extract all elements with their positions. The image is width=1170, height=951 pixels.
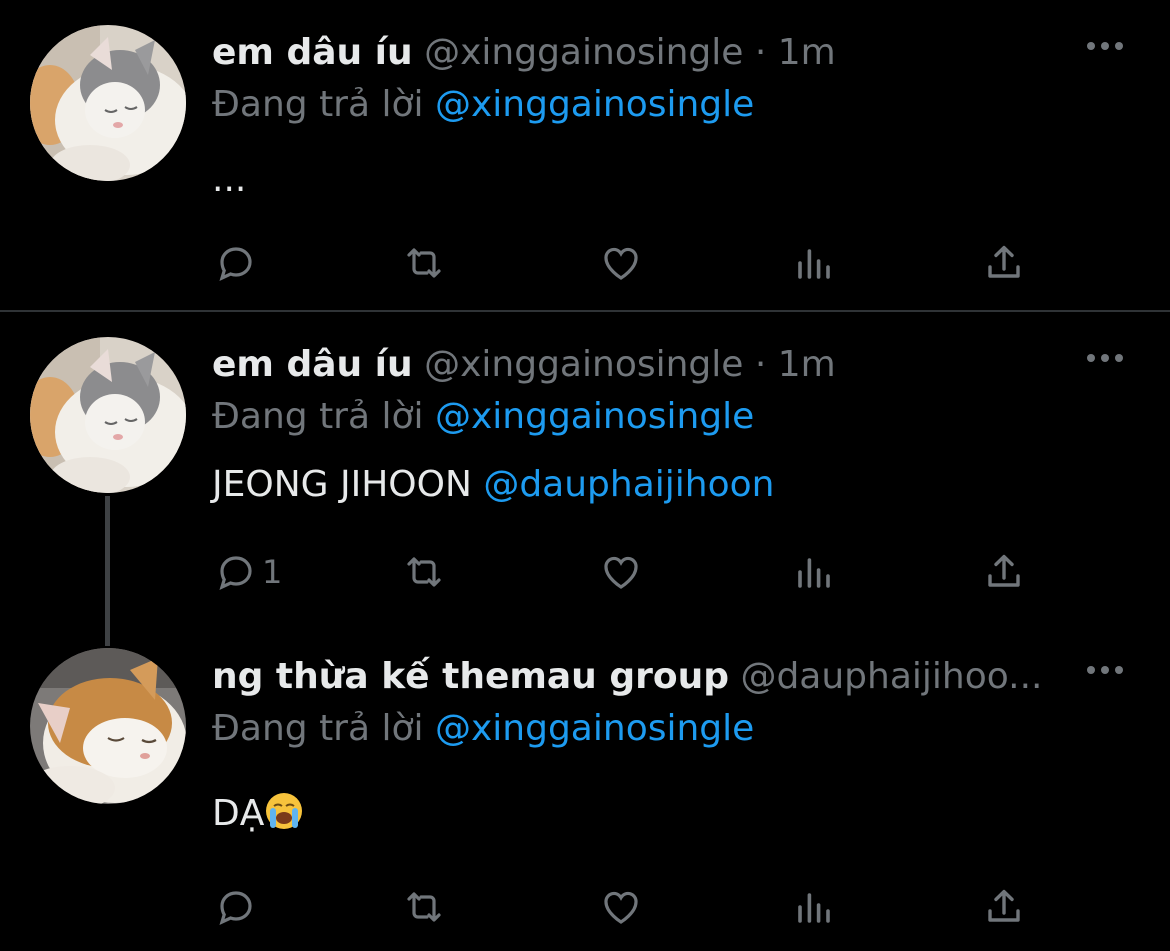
timestamp[interactable]: 1m bbox=[778, 32, 836, 73]
crying-face-emoji bbox=[266, 793, 303, 829]
share-button[interactable] bbox=[980, 877, 1028, 937]
share-button[interactable] bbox=[980, 542, 1028, 602]
reply-button[interactable] bbox=[212, 233, 262, 293]
tweet-actions bbox=[212, 233, 1032, 293]
views-icon bbox=[798, 558, 830, 588]
like-button[interactable] bbox=[597, 233, 645, 293]
heart-icon bbox=[604, 891, 638, 924]
retweet-icon bbox=[407, 248, 441, 278]
like-button[interactable] bbox=[597, 877, 645, 937]
replying-prefix: Đang trả lời bbox=[212, 708, 424, 749]
replying-mention-link[interactable]: @xinggainosingle bbox=[435, 708, 754, 749]
separator-dot: · bbox=[754, 32, 767, 73]
replying-prefix: Đang trả lời bbox=[212, 84, 424, 125]
retweet-button[interactable] bbox=[400, 542, 448, 602]
reply-button[interactable]: 1 bbox=[212, 542, 282, 602]
tweet-text-content: JEONG JIHOON bbox=[212, 464, 472, 505]
replying-prefix: Đang trả lời bbox=[212, 396, 424, 437]
retweet-button[interactable] bbox=[400, 233, 448, 293]
tweet-text: DẠ bbox=[212, 789, 304, 839]
avatar-cat-image bbox=[30, 648, 186, 804]
tweet-text: ... bbox=[212, 155, 246, 205]
display-name[interactable]: em dâu íu bbox=[212, 32, 413, 73]
more-button[interactable] bbox=[1080, 344, 1130, 384]
user-handle[interactable]: @dauphaijihoo... bbox=[740, 656, 1042, 697]
display-name[interactable]: em dâu íu bbox=[212, 344, 413, 385]
replying-to: Đang trả lời @xinggainosingle bbox=[212, 392, 754, 442]
reply-count: 1 bbox=[262, 553, 283, 591]
views-icon bbox=[798, 893, 830, 923]
share-icon bbox=[988, 245, 1020, 278]
views-button[interactable] bbox=[790, 877, 838, 937]
more-icon bbox=[1087, 42, 1123, 50]
like-button[interactable] bbox=[597, 542, 645, 602]
share-icon bbox=[988, 554, 1020, 587]
replying-to: Đang trả lời @xinggainosingle bbox=[212, 704, 754, 754]
tweet-text-content: ... bbox=[212, 159, 247, 200]
user-handle[interactable]: @xinggainosingle bbox=[424, 32, 743, 73]
tweet-mention-link[interactable]: @dauphaijihoon bbox=[483, 464, 774, 505]
views-icon bbox=[798, 249, 830, 279]
avatar-cat-image bbox=[30, 337, 186, 493]
reply-icon bbox=[219, 247, 252, 281]
share-button[interactable] bbox=[980, 233, 1028, 293]
avatar[interactable] bbox=[30, 648, 186, 804]
display-name[interactable]: ng thừa kế themau group bbox=[212, 656, 729, 697]
share-icon bbox=[988, 889, 1020, 922]
heart-icon bbox=[604, 247, 638, 280]
retweet-icon bbox=[407, 557, 441, 587]
tweet-text: JEONG JIHOON @dauphaijihoon bbox=[212, 460, 774, 510]
heart-icon bbox=[604, 556, 638, 589]
tweet-header: em dâu íu @xinggainosingle · 1m bbox=[212, 28, 1070, 78]
tweet-text-content: DẠ bbox=[212, 793, 265, 834]
replying-mention-link[interactable]: @xinggainosingle bbox=[435, 84, 754, 125]
tweet-actions: 1 bbox=[212, 542, 1032, 602]
more-button[interactable] bbox=[1080, 656, 1130, 696]
reply-button[interactable] bbox=[212, 877, 262, 937]
timestamp[interactable]: 1m bbox=[778, 344, 836, 385]
reply-icon bbox=[219, 891, 252, 925]
tweet-2[interactable]: em dâu íu @xinggainosingle · 1m Đang trả… bbox=[0, 312, 1170, 646]
views-button[interactable] bbox=[790, 542, 838, 602]
reply-icon bbox=[219, 556, 252, 590]
retweet-icon bbox=[407, 892, 441, 922]
views-button[interactable] bbox=[790, 233, 838, 293]
avatar[interactable] bbox=[30, 337, 186, 493]
separator-dot: · bbox=[754, 344, 767, 385]
more-icon bbox=[1087, 354, 1123, 362]
replying-mention-link[interactable]: @xinggainosingle bbox=[435, 396, 754, 437]
tweet-3[interactable]: ng thừa kế themau group @dauphaijihoo...… bbox=[0, 624, 1170, 951]
avatar-cat-image bbox=[30, 25, 186, 181]
tweet-1[interactable]: em dâu íu @xinggainosingle · 1m Đang trả… bbox=[0, 0, 1170, 310]
tweet-actions bbox=[212, 877, 1032, 937]
more-icon bbox=[1087, 666, 1123, 674]
more-button[interactable] bbox=[1080, 32, 1130, 72]
replying-to: Đang trả lời @xinggainosingle bbox=[212, 80, 754, 130]
user-handle[interactable]: @xinggainosingle bbox=[424, 344, 743, 385]
tweet-header: em dâu íu @xinggainosingle · 1m bbox=[212, 340, 1070, 390]
tweet-header: ng thừa kế themau group @dauphaijihoo... bbox=[212, 652, 1070, 702]
retweet-button[interactable] bbox=[400, 877, 448, 937]
avatar[interactable] bbox=[30, 25, 186, 181]
